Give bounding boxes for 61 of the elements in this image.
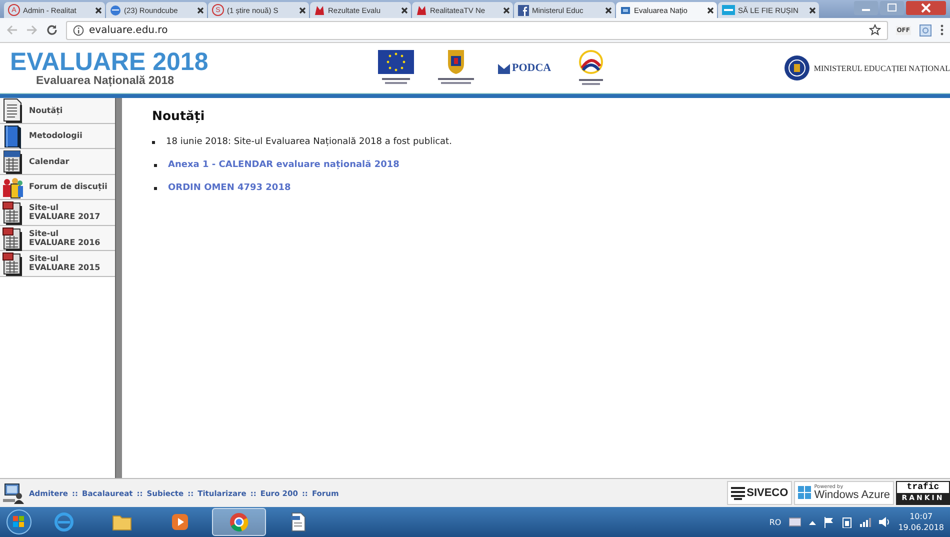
- monitor-icon: [620, 4, 631, 16]
- info-icon: [73, 24, 84, 36]
- site-title: EVALUARE 2018: [9, 49, 208, 75]
- close-icon[interactable]: [95, 6, 102, 14]
- close-icon[interactable]: [197, 6, 204, 14]
- bullet-icon: [152, 140, 155, 144]
- url-text: evaluare.edu.ro: [89, 24, 169, 36]
- ie-icon: [53, 511, 75, 533]
- sidebar-item[interactable]: Metodologii: [0, 124, 115, 149]
- close-icon[interactable]: [401, 6, 408, 14]
- play-icon: [169, 511, 191, 533]
- close-icon[interactable]: [809, 6, 816, 14]
- taskbar-button[interactable]: [212, 508, 266, 536]
- caret-icon[interactable]: [809, 520, 816, 524]
- ministry-name: MINISTERUL EDUCAȚIEI NAȚIONAL: [814, 64, 950, 72]
- clock[interactable]: 10:07 19.06.2018: [898, 511, 944, 533]
- badge-text: Windows Azure: [814, 490, 890, 501]
- windows-icon: [798, 486, 812, 500]
- flame-icon: [314, 4, 325, 16]
- language-indicator[interactable]: RO: [769, 518, 782, 526]
- computer-user-icon: [3, 482, 25, 504]
- site-subtitle: Evaluarea Națională 2018: [35, 75, 174, 87]
- badge-text: trafic: [897, 482, 949, 493]
- speaker-icon[interactable]: [879, 517, 890, 527]
- news-text: 18 iunie 2018: Site-ul Evaluarea Națională 2018 a fost publicat.: [166, 137, 452, 147]
- extension-icon[interactable]: [919, 24, 932, 36]
- flag-icon[interactable]: [824, 516, 834, 528]
- news-link[interactable]: ORDIN OMEN 4793 2018: [168, 183, 291, 193]
- menu-icon[interactable]: [940, 24, 944, 36]
- star-icon[interactable]: [868, 24, 881, 36]
- news-icon: [722, 5, 735, 15]
- bullet-icon: [154, 164, 157, 166]
- sidebar-item[interactable]: Forum de discuții: [0, 174, 115, 200]
- start-icon[interactable]: [6, 509, 32, 535]
- calendar-icon: [1, 250, 23, 276]
- facebook-icon: [518, 4, 529, 16]
- news-link[interactable]: Anexa 1 - CALENDAR evaluare națională 2018: [168, 160, 400, 170]
- flame-icon: [416, 4, 427, 16]
- reload-icon[interactable]: [46, 24, 58, 36]
- calendar-icon: [1, 148, 23, 174]
- calendar-icon: [1, 224, 23, 251]
- sidebar-item[interactable]: Noutăți: [0, 98, 115, 124]
- sidebar-item[interactable]: Calendar: [0, 149, 115, 174]
- document-icon: [1, 97, 23, 124]
- partner-logo-text: PODCA: [512, 62, 552, 74]
- sidebar-item[interactable]: Site-ul EVALUARE 2015: [0, 251, 115, 276]
- address-field[interactable]: evaluare.edu.ro: [66, 20, 888, 40]
- bullet-icon: [154, 186, 157, 190]
- sidebar-item[interactable]: Site-ul EVALUARE 2017: [0, 200, 115, 226]
- page-heading: Noutăți: [152, 108, 206, 123]
- chrome-icon: [228, 511, 250, 533]
- signal-icon[interactable]: [860, 518, 872, 526]
- close-icon[interactable]: [605, 6, 612, 14]
- keyboard-icon[interactable]: [789, 517, 802, 527]
- sidebar-item[interactable]: Site-ul EVALUARE 2016: [0, 226, 115, 251]
- close-icon[interactable]: [503, 6, 510, 14]
- close-icon[interactable]: [707, 6, 714, 14]
- close-icon[interactable]: [299, 6, 306, 14]
- siveco-badge[interactable]: SIVECO: [726, 481, 792, 505]
- emblem-icon: [784, 55, 810, 81]
- calendar-icon: [1, 199, 23, 226]
